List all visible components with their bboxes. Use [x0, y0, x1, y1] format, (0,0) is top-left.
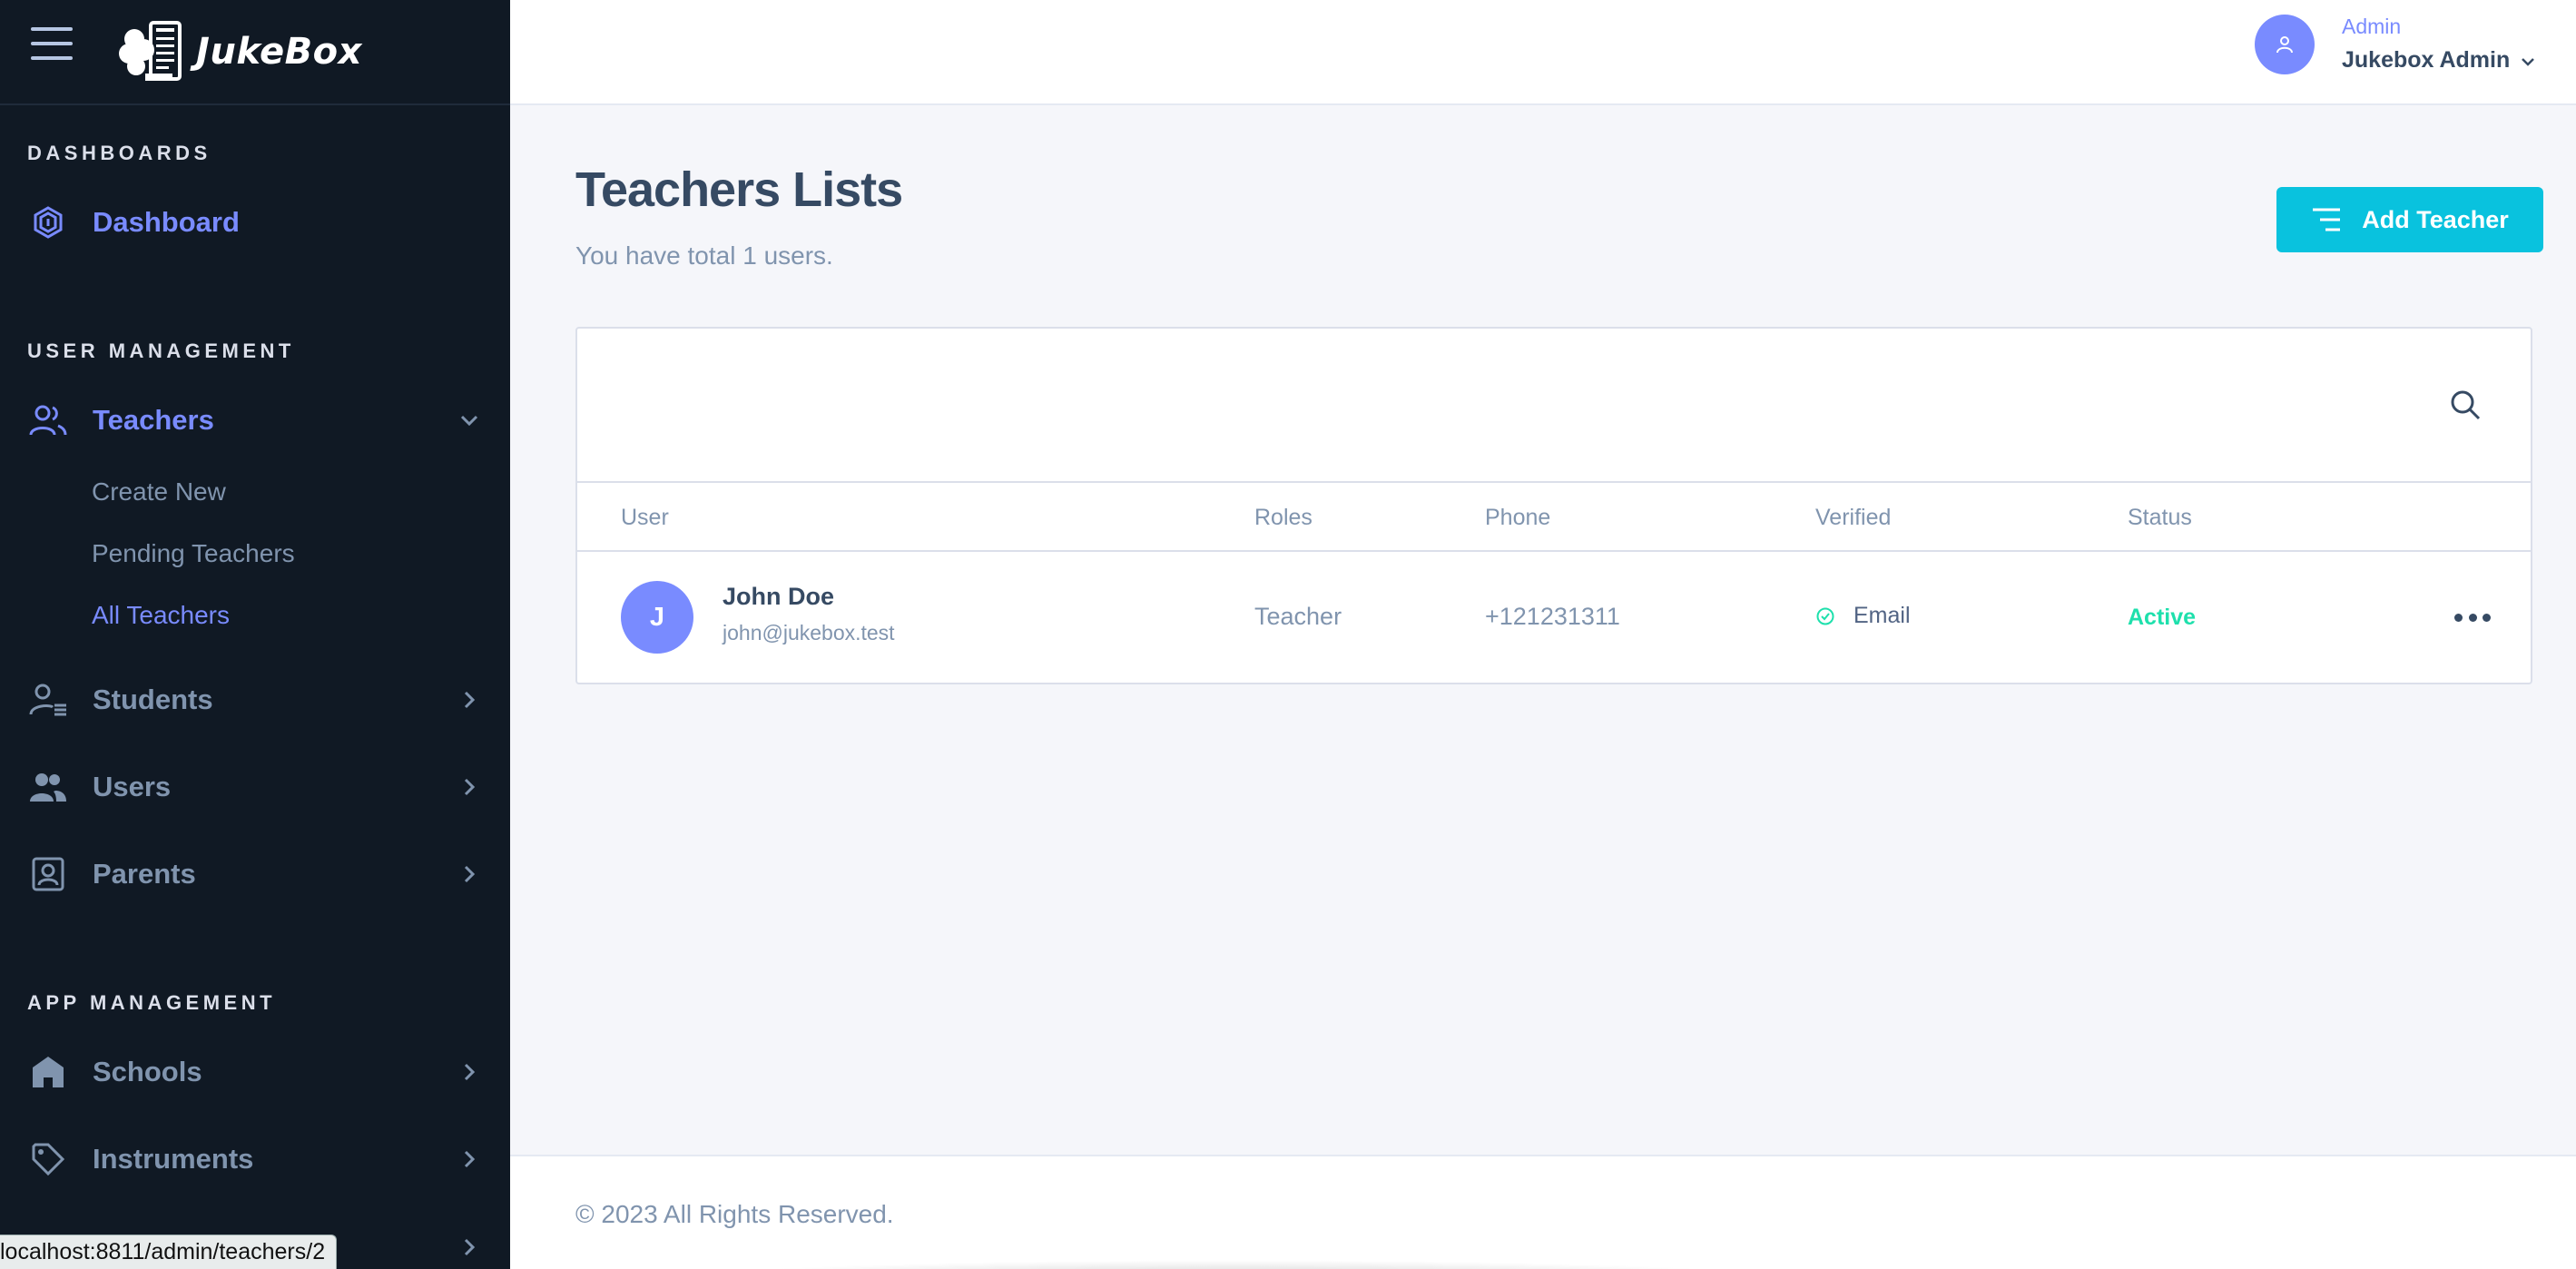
students-icon	[27, 679, 69, 721]
chevron-right-icon	[457, 1235, 481, 1259]
check-circle-icon	[1816, 607, 1834, 625]
chevron-right-icon	[457, 1147, 481, 1171]
chevron-down-icon	[457, 408, 481, 432]
chevron-right-icon	[457, 1060, 481, 1084]
sidebar-item-schools[interactable]: Schools	[27, 1045, 481, 1099]
sidebar-item-label: Schools	[93, 1056, 202, 1087]
menu-lines-icon	[2313, 208, 2341, 231]
jukebox-logo-icon	[119, 21, 182, 81]
sidebar-header: JukeBox	[0, 0, 510, 105]
school-icon	[27, 1051, 69, 1093]
column-header-user: User	[621, 505, 669, 530]
chevron-right-icon	[457, 862, 481, 886]
column-header-status: Status	[2128, 505, 2192, 530]
sidebar-subitem-create-new[interactable]: Create New	[92, 477, 226, 507]
user-name: Jukebox Admin	[2342, 47, 2511, 73]
column-header-phone: Phone	[1485, 505, 1551, 530]
footer-shadow	[692, 1260, 1781, 1269]
verified-label: Email	[1853, 603, 1911, 628]
sidebar-item-instruments[interactable]: Instruments	[27, 1132, 481, 1186]
sidebar-item-users[interactable]: Users	[27, 760, 481, 814]
user-icon	[2276, 36, 2293, 54]
top-header: Admin Jukebox Admin	[510, 0, 2576, 105]
sidebar: JukeBox DASHBOARDS Dashboard USER MANAGE…	[0, 0, 510, 1269]
add-teacher-button[interactable]: Add Teacher	[2276, 187, 2543, 252]
table-row[interactable]: J John Doe john@jukebox.test Teacher +12…	[577, 552, 2531, 683]
footer: © 2023 All Rights Reserved.	[510, 1155, 2576, 1269]
more-options-icon[interactable]	[2454, 608, 2491, 626]
sidebar-item-parents[interactable]: Parents	[27, 847, 481, 901]
section-dashboards: DASHBOARDS	[27, 142, 211, 164]
sidebar-item-label: Teachers	[93, 404, 214, 436]
chevron-right-icon	[457, 775, 481, 799]
page-subtitle: You have total 1 users.	[575, 241, 833, 270]
sidebar-item-label: Students	[93, 684, 213, 715]
role-cell: Teacher	[1254, 603, 1342, 630]
user-name-cell[interactable]: John Doe	[723, 583, 834, 611]
avatar: J	[621, 581, 693, 654]
sidebar-subitem-pending-teachers[interactable]: Pending Teachers	[92, 539, 295, 568]
chevron-right-icon	[457, 688, 481, 712]
sidebar-subitem-all-teachers[interactable]: All Teachers	[92, 601, 230, 630]
dashboard-icon	[27, 202, 69, 243]
user-avatar[interactable]	[2255, 15, 2315, 74]
section-user-management: USER MANAGEMENT	[27, 339, 295, 362]
sidebar-item-dashboard[interactable]: Dashboard	[27, 195, 481, 250]
add-teacher-label: Add Teacher	[2362, 205, 2509, 233]
table-header: User Roles Phone Verified Status	[577, 481, 2531, 552]
sidebar-item-label: Dashboard	[93, 206, 240, 238]
sidebar-item-label: Parents	[93, 858, 196, 890]
copyright-text: © 2023 All Rights Reserved.	[575, 1200, 894, 1228]
parents-icon	[27, 853, 69, 895]
sidebar-item-label: Users	[93, 771, 172, 802]
users-icon	[27, 766, 69, 808]
sidebar-item-label: Instruments	[93, 1143, 254, 1175]
user-menu[interactable]: Jukebox Admin	[2342, 47, 2535, 74]
sidebar-item-students[interactable]: Students	[27, 673, 481, 727]
teachers-table-card: User Roles Phone Verified Status J John …	[575, 327, 2532, 684]
column-header-roles: Roles	[1254, 505, 1313, 530]
page-title: Teachers Lists	[575, 162, 903, 217]
status-badge: Active	[2128, 605, 2197, 630]
chevron-down-icon	[2521, 47, 2535, 74]
teachers-icon	[27, 399, 69, 441]
app-name: JukeBox	[196, 31, 362, 73]
browser-status-url: localhost:8811/admin/teachers/2	[0, 1235, 338, 1269]
section-app-management: APP MANAGEMENT	[27, 991, 277, 1014]
column-header-verified: Verified	[1815, 505, 1892, 530]
search-icon[interactable]	[2449, 389, 2485, 425]
app-logo[interactable]: JukeBox	[118, 13, 362, 91]
verified-cell: Email	[1815, 603, 1911, 629]
menu-toggle-icon[interactable]	[31, 27, 73, 64]
sidebar-item-teachers[interactable]: Teachers	[27, 393, 481, 448]
user-role: Admin	[2342, 15, 2402, 38]
tag-icon	[27, 1138, 69, 1180]
phone-cell: +121231311	[1485, 603, 1620, 630]
user-email-cell: john@jukebox.test	[723, 621, 895, 644]
